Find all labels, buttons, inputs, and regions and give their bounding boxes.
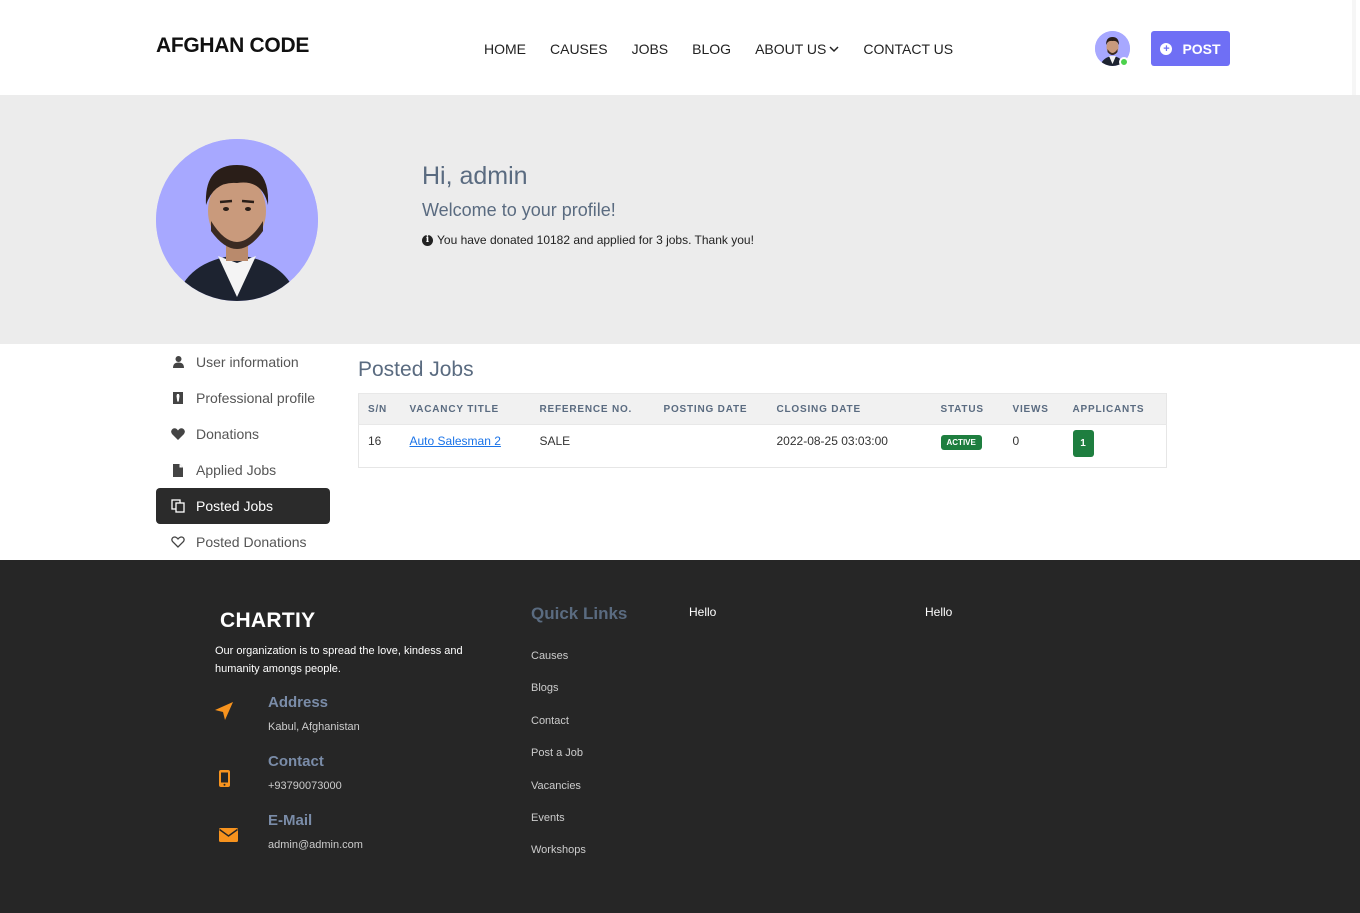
column-header-vacancy-title: VACANCY TITLE: [400, 393, 531, 425]
online-status-indicator: [1119, 57, 1129, 67]
location-arrow-icon: [215, 702, 239, 724]
cell-vacancy-title: Auto Salesman 2: [400, 424, 531, 468]
nav-jobs[interactable]: JOBS: [632, 41, 669, 57]
cell-reference: SALE: [530, 424, 655, 468]
column-header-sn: S/N: [358, 393, 401, 425]
sidebar-item-label: User information: [196, 354, 299, 370]
column-header-reference: REFERENCE NO.: [530, 393, 655, 425]
quick-link-workshops[interactable]: Workshops: [531, 844, 586, 856]
footer-hello-2: Hello: [925, 605, 953, 619]
quick-link-blogs[interactable]: Blogs: [531, 682, 559, 694]
info-circle-icon: i: [422, 234, 433, 246]
file-icon: [170, 463, 186, 477]
site-logo[interactable]: AFGHAN CODE: [156, 34, 309, 58]
profile-photo: [156, 139, 318, 301]
posted-jobs-table: S/N VACANCY TITLE REFERENCE NO. POSTING …: [358, 393, 1167, 468]
footer-address-title: Address: [268, 694, 329, 711]
sidebar-item-professional-profile[interactable]: Professional profile: [156, 380, 330, 416]
nav-about-label: ABOUT US: [755, 41, 827, 57]
vacancy-title-link[interactable]: Auto Salesman 2: [410, 434, 501, 448]
profile-sidebar: User information Professional profile Do…: [156, 344, 330, 560]
main-nav: HOME CAUSES JOBS BLOG ABOUT US CONTACT U…: [484, 41, 977, 57]
sidebar-item-label: Posted Jobs: [196, 498, 274, 514]
table-header-row: S/N VACANCY TITLE REFERENCE NO. POSTING …: [358, 393, 1167, 425]
sidebar-item-donations[interactable]: Donations: [156, 416, 330, 452]
sidebar-item-posted-jobs[interactable]: Posted Jobs: [156, 488, 330, 524]
nav-about-us[interactable]: ABOUT US: [755, 41, 839, 57]
sidebar-item-posted-donations[interactable]: Posted Donations: [156, 524, 330, 560]
footer-address: Address Kabul, Afghanistan: [215, 694, 515, 744]
column-header-closing-date: CLOSING DATE: [767, 393, 932, 425]
sidebar-item-applied-jobs[interactable]: Applied Jobs: [156, 452, 330, 488]
post-button[interactable]: + POST: [1151, 31, 1230, 66]
column-header-posting-date: POSTING DATE: [654, 393, 768, 425]
nav-home-label: HOME: [484, 41, 526, 57]
footer-email-value: admin@admin.com: [268, 839, 363, 851]
profile-summary-text: You have donated 10182 and applied for 3…: [437, 233, 754, 247]
tie-icon: [170, 392, 186, 404]
quick-link-events[interactable]: Events: [531, 812, 565, 824]
table-row: 16 Auto Salesman 2 SALE 2022-08-25 03:03…: [358, 424, 1167, 468]
footer-description: Our organization is to spread the love, …: [215, 645, 463, 675]
quick-link-contact[interactable]: Contact: [531, 715, 569, 727]
footer-contact-value: +93790073000: [268, 780, 342, 792]
column-header-views: VIEWS: [1003, 393, 1064, 425]
footer-logo: CHARTIY: [220, 609, 316, 632]
scrollbar-track[interactable]: [1352, 0, 1356, 95]
sidebar-item-label: Posted Donations: [196, 534, 307, 550]
profile-summary: i You have donated 10182 and applied for…: [422, 233, 754, 247]
cell-views: 0: [1003, 424, 1064, 468]
footer-email-title: E-Mail: [268, 812, 313, 829]
site-header: AFGHAN CODE HOME CAUSES JOBS BLOG ABOUT …: [0, 0, 1356, 95]
cell-closing-date: 2022-08-25 03:03:00: [767, 424, 932, 468]
sidebar-item-label: Professional profile: [196, 390, 316, 406]
profile-avatar: [156, 139, 318, 301]
status-badge: ACTIVE: [940, 435, 982, 450]
quick-link-causes[interactable]: Causes: [531, 650, 568, 662]
footer-contact: Contact +93790073000: [215, 753, 515, 803]
cell-applicants: 1: [1063, 424, 1167, 468]
footer-address-value: Kabul, Afghanistan: [268, 721, 360, 733]
cell-status: ACTIVE: [931, 424, 1004, 468]
quick-link-post-a-job[interactable]: Post a Job: [531, 747, 583, 759]
nav-causes[interactable]: CAUSES: [550, 41, 608, 57]
cell-sn: 16: [358, 424, 401, 468]
chevron-down-icon: [829, 45, 839, 52]
applicants-count-button[interactable]: 1: [1072, 430, 1094, 457]
heart-icon: [170, 428, 186, 440]
footer-hello-1: Hello: [689, 605, 717, 619]
plus-circle-icon: +: [1160, 42, 1173, 55]
profile-welcome: Welcome to your profile!: [422, 200, 616, 220]
nav-contact-us[interactable]: CONTACT US: [863, 41, 953, 57]
nav-blog-label: BLOG: [692, 41, 732, 57]
mobile-icon: [219, 770, 243, 791]
posted-jobs-title: Posted Jobs: [358, 358, 474, 381]
profile-greeting: Hi, admin: [422, 162, 528, 190]
cell-posting-date: [654, 424, 768, 468]
envelope-icon: [219, 827, 243, 846]
column-header-applicants: APPLICANTS: [1063, 393, 1167, 425]
column-header-status: STATUS: [931, 393, 1004, 425]
sidebar-item-label: Donations: [196, 426, 260, 442]
post-button-label: POST: [1182, 40, 1221, 57]
nav-jobs-label: JOBS: [631, 41, 669, 57]
footer-contact-title: Contact: [268, 753, 324, 770]
sidebar-item-label: Applied Jobs: [196, 462, 277, 478]
quick-link-vacancies[interactable]: Vacancies: [531, 780, 581, 792]
nav-blog[interactable]: BLOG: [692, 41, 731, 57]
sidebar-item-user-information[interactable]: User information: [156, 344, 330, 380]
nav-home[interactable]: HOME: [484, 41, 526, 57]
footer-email: E-Mail admin@admin.com: [215, 812, 515, 862]
nav-contact-label: CONTACT US: [863, 41, 954, 57]
user-icon: [170, 356, 186, 368]
quick-links-title: Quick Links: [531, 604, 628, 623]
nav-causes-label: CAUSES: [550, 41, 608, 57]
site-footer: [0, 560, 1360, 913]
copy-icon: [170, 499, 186, 513]
heart-outline-icon: [170, 536, 186, 548]
